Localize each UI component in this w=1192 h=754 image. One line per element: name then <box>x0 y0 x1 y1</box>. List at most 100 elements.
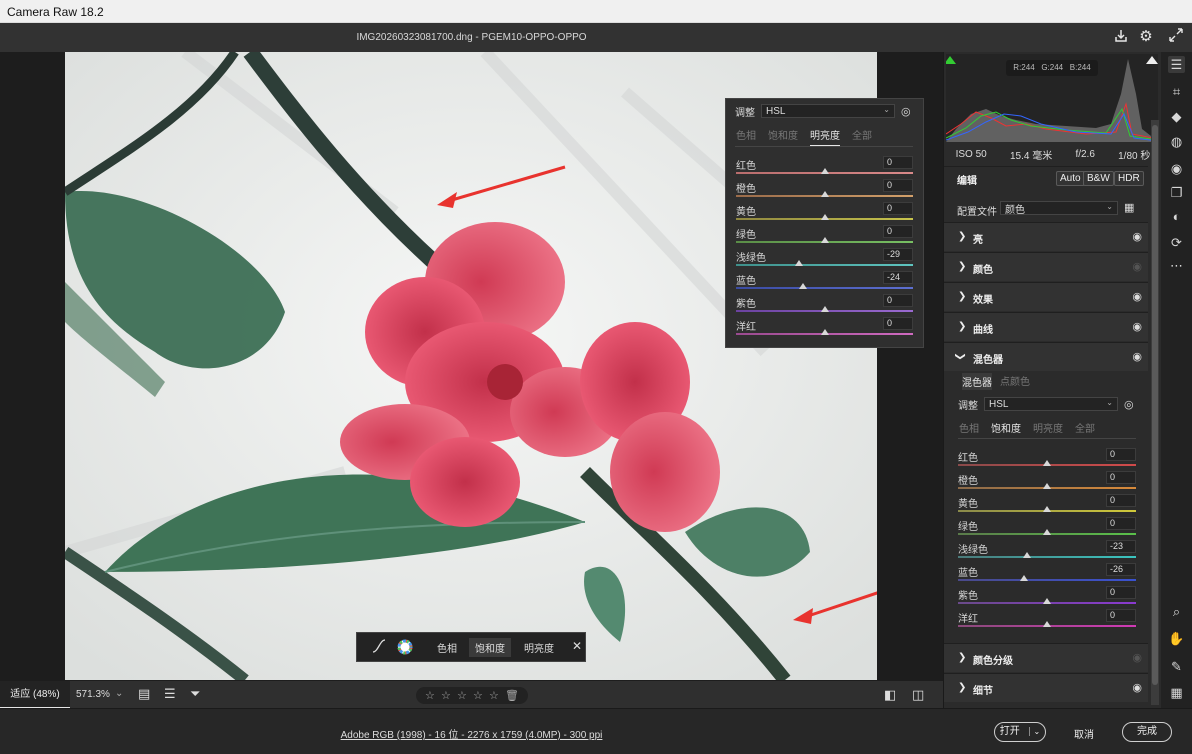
slider-value-input[interactable]: 0 <box>883 179 913 192</box>
settings-icon[interactable]: ⚙ <box>1137 28 1155 46</box>
star-icon[interactable]: ☆ <box>489 689 499 702</box>
slider-thumb[interactable] <box>820 306 829 312</box>
tab-saturation[interactable]: 饱和度 <box>768 127 798 146</box>
zoom-chevron-icon[interactable]: ⌄ <box>115 688 123 699</box>
zoom-fit-button[interactable]: 适应 (48%) <box>0 681 70 709</box>
slider-thumb[interactable] <box>1019 575 1028 581</box>
sort-icon[interactable]: ☰ <box>164 686 176 702</box>
hand-icon[interactable]: ✋ <box>1168 630 1185 647</box>
snapshot-icon[interactable]: ❐ <box>1168 184 1185 201</box>
auto-button[interactable]: Auto <box>1056 171 1085 186</box>
subtab-mixer[interactable]: 混色器 <box>962 373 992 390</box>
slider-track[interactable] <box>736 264 913 266</box>
bw-button[interactable]: B&W <box>1083 171 1114 186</box>
slider-thumb[interactable] <box>799 283 808 289</box>
fullscreen-icon[interactable] <box>1167 28 1185 46</box>
more-icon[interactable]: ⋯ <box>1168 257 1185 274</box>
slider-thumb[interactable] <box>1043 483 1051 489</box>
slider-thumb[interactable] <box>1043 529 1051 535</box>
section-color[interactable]: ❯ 颜色 ◉ <box>944 252 1148 281</box>
eye-icon[interactable]: ◉ <box>1132 350 1142 363</box>
close-icon[interactable]: ✕ <box>572 639 582 653</box>
zoom-level[interactable]: 571.3% <box>76 689 110 700</box>
mixer-tab-saturation[interactable]: 饱和度 <box>991 420 1021 439</box>
slider-thumb[interactable] <box>820 214 829 220</box>
slider-value-input[interactable]: 0 <box>883 294 913 307</box>
slider-value-input[interactable]: 0 <box>883 225 913 238</box>
section-detail[interactable]: ❯ 细节 ◉ <box>944 673 1148 702</box>
slider-value-input[interactable]: 0 <box>1106 517 1136 530</box>
slider-track[interactable] <box>958 556 1136 558</box>
eye-icon[interactable]: ◉ <box>1132 681 1142 694</box>
slider-value-input[interactable]: -24 <box>883 271 913 284</box>
target-adjust-icon[interactable]: ◎ <box>901 105 911 118</box>
tab-luminance[interactable]: 明亮度 <box>810 127 840 146</box>
slider-track[interactable] <box>958 579 1136 581</box>
slider-value-input[interactable]: 0 <box>1106 494 1136 507</box>
slider-value-input[interactable]: 0 <box>883 156 913 169</box>
slider-value-input[interactable]: -26 <box>1106 563 1136 576</box>
section-curve[interactable]: ❯ 曲线 ◉ <box>944 312 1148 341</box>
slider-thumb[interactable] <box>1043 506 1051 512</box>
done-button[interactable]: 完成 <box>1122 722 1172 742</box>
image-canvas[interactable]: 色相 饱和度 明亮度 ✕ 调整 HSL ⌄ ◎ 色相 饱和度 明亮度 全部 红色 0… <box>0 52 943 680</box>
color-wheel-icon[interactable] <box>397 639 413 658</box>
mixer-adjust-select[interactable]: HSL ⌄ <box>984 397 1118 411</box>
subtab-point-color[interactable]: 点颜色 <box>1000 373 1030 390</box>
mixer-tab-hue[interactable]: 色相 <box>959 420 979 439</box>
section-effects[interactable]: ❯ 效果 ◉ <box>944 282 1148 311</box>
filter-icon[interactable]: ⏷ <box>190 686 200 702</box>
eye-icon[interactable]: ◉ <box>1132 320 1142 333</box>
save-icon[interactable] <box>1112 28 1130 46</box>
eye-icon[interactable]: ◉ <box>1132 651 1142 664</box>
zoom-icon[interactable]: ⌕ <box>1168 603 1185 620</box>
slider-thumb[interactable] <box>820 168 829 174</box>
star-icon[interactable]: ☆ <box>457 689 467 702</box>
slider-thumb[interactable] <box>1043 460 1051 466</box>
redeye-icon[interactable]: ◉ <box>1168 160 1185 177</box>
curve-icon[interactable] <box>372 639 386 656</box>
target-adjust-icon[interactable]: ◎ <box>1124 398 1134 411</box>
hdr-button[interactable]: HDR <box>1114 171 1144 186</box>
slider-thumb[interactable] <box>794 260 803 266</box>
slider-thumb[interactable] <box>1043 598 1051 604</box>
compare-view-icon[interactable]: ◫ <box>912 687 924 703</box>
eye-icon[interactable]: ◉ <box>1132 230 1142 243</box>
slider-value-input[interactable]: 0 <box>883 317 913 330</box>
mini-tab-saturation[interactable]: 饱和度 <box>469 638 511 657</box>
edit-tool-icon[interactable]: ☰ <box>1168 56 1185 73</box>
section-mixer[interactable]: ❯ 混色器 ◉ <box>944 342 1148 371</box>
mini-tab-luminance[interactable]: 明亮度 <box>524 640 554 655</box>
slider-thumb[interactable] <box>820 237 829 243</box>
mask-icon[interactable]: ◍ <box>1168 133 1185 150</box>
eye-icon[interactable]: ◉ <box>1132 260 1142 273</box>
open-dropdown-icon[interactable]: ⌄ <box>1028 727 1041 736</box>
presets-icon[interactable]: ◐ <box>1168 208 1185 225</box>
sampler-icon[interactable]: ✎ <box>1168 658 1185 675</box>
mixer-tab-all[interactable]: 全部 <box>1075 420 1095 439</box>
mixer-tab-luminance[interactable]: 明亮度 <box>1033 420 1063 439</box>
slider-thumb[interactable] <box>1043 621 1051 627</box>
star-icon[interactable]: ☆ <box>441 689 451 702</box>
section-light[interactable]: ❯ 亮 ◉ <box>944 222 1148 251</box>
slider-value-input[interactable]: -29 <box>883 248 913 261</box>
slider-value-input[interactable]: -23 <box>1106 540 1136 553</box>
slider-value-input[interactable]: 0 <box>1106 448 1136 461</box>
grid-icon[interactable]: ▦ <box>1168 684 1185 701</box>
mini-tab-hue[interactable]: 色相 <box>437 640 457 655</box>
profile-browser-icon[interactable]: ▦ <box>1124 201 1134 214</box>
panel-scrollbar-thumb[interactable] <box>1152 125 1158 685</box>
slider-value-input[interactable]: 0 <box>1106 586 1136 599</box>
slider-track[interactable] <box>736 287 913 289</box>
before-after-icon[interactable]: ◧ <box>884 687 896 703</box>
slider-value-input[interactable]: 0 <box>1106 471 1136 484</box>
open-button[interactable]: 打开 ⌄ <box>994 722 1046 742</box>
slider-thumb[interactable] <box>820 329 829 335</box>
adjust-mode-select[interactable]: HSL ⌄ <box>761 104 895 118</box>
star-icon[interactable]: ☆ <box>473 689 483 702</box>
star-icon[interactable]: ☆ <box>425 689 435 702</box>
workflow-options-link[interactable]: Adobe RGB (1998) - 16 位 - 2276 x 1759 (4… <box>0 726 943 741</box>
eye-icon[interactable]: ◉ <box>1132 290 1142 303</box>
section-color-grading[interactable]: ❯ 颜色分级 ◉ <box>944 643 1148 672</box>
profile-select[interactable]: 颜色 ⌄ <box>1000 201 1118 216</box>
